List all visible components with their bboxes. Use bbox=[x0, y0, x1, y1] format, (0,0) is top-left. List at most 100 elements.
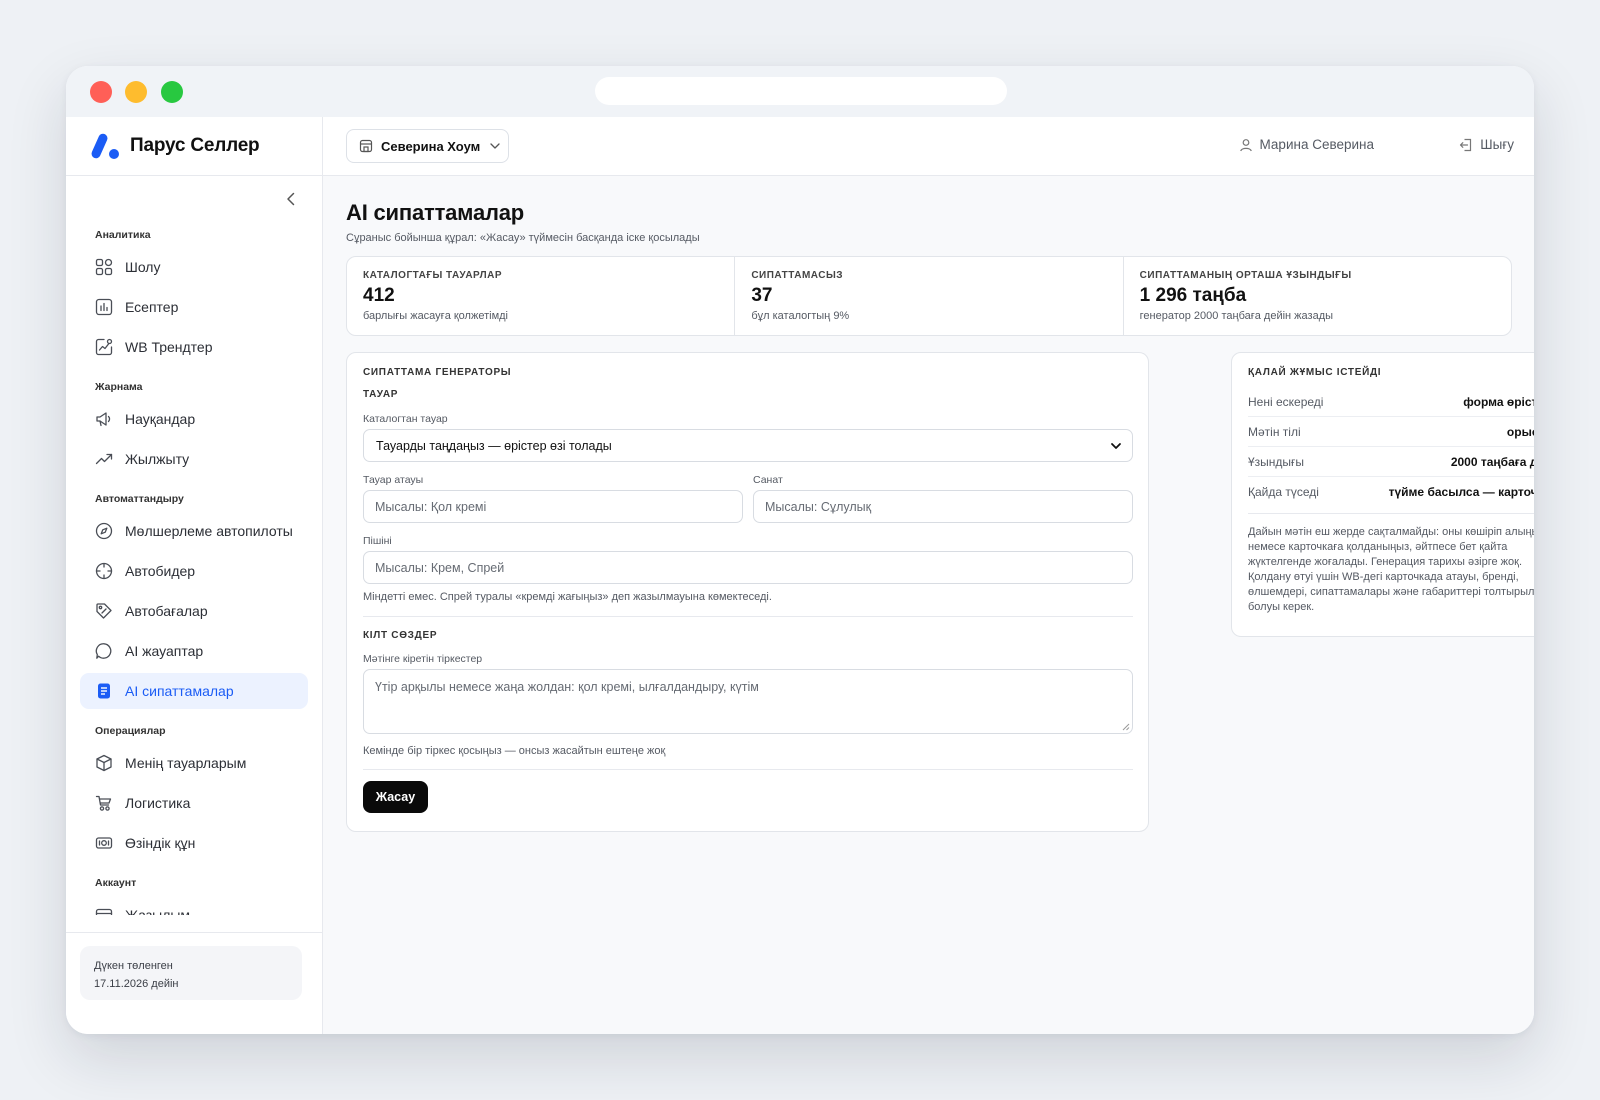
catalog-product-select[interactable]: Тауарды таңдаңыз — өрістер өзі толады bbox=[363, 429, 1133, 462]
sidebar-item[interactable]: Жылжыту bbox=[80, 441, 308, 477]
cart-icon bbox=[95, 794, 113, 812]
generate-button[interactable]: Жасау bbox=[363, 781, 428, 813]
keywords-textarea[interactable]: Үтір арқылы немесе жаңа жолдан: қол крем… bbox=[363, 669, 1133, 734]
subscription-expiry: 17.11.2026 дейін bbox=[94, 978, 179, 990]
info-key: Мәтін тілі bbox=[1248, 424, 1301, 439]
sidebar-item-label: Науқандар bbox=[125, 411, 196, 427]
sidebar-item-label: Менің тауарларым bbox=[125, 755, 247, 771]
sidebar-item[interactable]: AI жауаптар bbox=[80, 633, 308, 669]
brand-name: Парус Селлер bbox=[130, 135, 260, 156]
subscription-status: Дүкен төленген 17.11.2026 дейін bbox=[80, 946, 302, 1000]
sidebar-item-label: Логистика bbox=[125, 795, 191, 811]
sidebar-item-label: Мөлшерлеме автопилоты bbox=[125, 523, 293, 539]
sidebar-item[interactable]: Есептер bbox=[80, 289, 308, 325]
nav-section-heading: Жарнама bbox=[95, 381, 143, 393]
logout-label: Шығу bbox=[1480, 137, 1514, 152]
nav-section-heading: Аккаунт bbox=[95, 877, 137, 889]
divider bbox=[363, 769, 1133, 770]
stat-value: 1 296 таңба bbox=[1139, 285, 1247, 306]
nav-section-heading: Операциялар bbox=[95, 725, 166, 737]
sidebar-item[interactable]: Автобағалар bbox=[80, 593, 308, 629]
product-name-input[interactable]: Мысалы: Қол кремі bbox=[363, 490, 743, 523]
chevron-down-icon bbox=[490, 143, 500, 149]
megaphone-icon bbox=[95, 410, 113, 428]
catalog-product-select-value: Тауарды таңдаңыз — өрістер өзі толады bbox=[376, 438, 612, 453]
sidebar-item[interactable]: Өзіндік құн bbox=[80, 825, 308, 861]
store-name: Северина Хоум bbox=[381, 138, 481, 154]
info-row: Қайда түседі түйме басылса — карточкаға bbox=[1248, 477, 1534, 507]
info-value: форма өрістерін bbox=[1463, 394, 1534, 409]
collapse-sidebar-button[interactable] bbox=[282, 190, 300, 208]
how-it-works-list: Нені ескереді форма өрістерін Мәтін тілі… bbox=[1248, 387, 1534, 507]
user-name: Марина Северина bbox=[1259, 137, 1374, 152]
form-label: Пішіні bbox=[363, 535, 392, 547]
stats-bar: КАТАЛОГТАҒЫ ТАУАРЛАР 412 барлығы жасауға… bbox=[346, 256, 1512, 336]
compass-icon bbox=[95, 522, 113, 540]
trend-chart-icon bbox=[95, 338, 113, 356]
brand[interactable]: Парус Селлер bbox=[66, 117, 322, 176]
sidebar-item[interactable]: WB Трендтер bbox=[80, 329, 308, 365]
sidebar-item-label: Жазылым bbox=[125, 907, 191, 915]
info-row: Ұзындығы 2000 таңбаға дейін bbox=[1248, 447, 1534, 477]
chevron-left-icon bbox=[287, 192, 295, 206]
grid-icon bbox=[95, 258, 113, 276]
stat-card: КАТАЛОГТАҒЫ ТАУАРЛАР 412 барлығы жасауға… bbox=[347, 257, 736, 335]
sidebar-item[interactable]: Науқандар bbox=[80, 401, 308, 437]
sidebar-item[interactable]: Жазылым bbox=[80, 897, 308, 915]
nav-section-heading: Автоматтандыру bbox=[95, 493, 184, 505]
catalog-product-label: Каталогтан тауар bbox=[363, 413, 448, 425]
keywords-heading: КІЛТ СӨЗДЕР bbox=[363, 630, 438, 641]
stat-value: 412 bbox=[363, 285, 395, 306]
product-name-placeholder: Мысалы: Қол кремі bbox=[375, 499, 487, 514]
divider bbox=[66, 932, 322, 933]
stat-label: КАТАЛОГТАҒЫ ТАУАРЛАР bbox=[363, 270, 503, 281]
browser-window: Парус Селлер Аналитика Шолу Есептер WB Трен… bbox=[66, 66, 1534, 1034]
category-placeholder: Мысалы: Сұлулық bbox=[765, 499, 872, 514]
sidebar-item[interactable]: Менің тауарларым bbox=[80, 745, 308, 781]
stat-note: бұл каталогтың 9% bbox=[751, 310, 850, 322]
stat-card: СИПАТТАМАСЫЗ 37 бұл каталогтың 9% bbox=[735, 257, 1124, 335]
main-content: AI сипаттамалар Сұраныс бойынша құрал: «… bbox=[323, 176, 1534, 1034]
sidebar-item[interactable]: AI сипаттамалар bbox=[80, 673, 308, 709]
stat-label: СИПАТТАМАНЫҢ ОРТАША ҰЗЫНДЫҒЫ bbox=[1139, 270, 1352, 281]
sidebar-item[interactable]: Логистика bbox=[80, 785, 308, 821]
sidebar-item-label: Өзіндік құн bbox=[125, 835, 196, 851]
minimize-window-button[interactable] bbox=[125, 81, 147, 103]
maximize-window-button[interactable] bbox=[161, 81, 183, 103]
keywords-placeholder: Үтір арқылы немесе жаңа жолдан: қол крем… bbox=[375, 680, 759, 694]
info-value: орыс тілі bbox=[1506, 424, 1534, 439]
stat-card: СИПАТТАМАНЫҢ ОРТАША ҰЗЫНДЫҒЫ 1 296 таңба… bbox=[1124, 257, 1511, 335]
stat-label: СИПАТТАМАСЫЗ bbox=[751, 270, 844, 281]
top-bar: Северина Хоум Марина Северина Шығу bbox=[323, 117, 1534, 176]
sidebar-item-label: Автобағалар bbox=[125, 603, 208, 619]
page-title: AI сипаттамалар bbox=[346, 200, 525, 225]
close-window-button[interactable] bbox=[90, 81, 112, 103]
form-input[interactable]: Мысалы: Крем, Спрей bbox=[363, 551, 1133, 584]
user-icon bbox=[1239, 138, 1253, 152]
box-icon bbox=[95, 754, 113, 772]
chevron-down-icon bbox=[1110, 440, 1122, 452]
chart-icon bbox=[95, 298, 113, 316]
store-icon bbox=[359, 139, 373, 153]
store-selector[interactable]: Северина Хоум bbox=[346, 129, 509, 163]
sidebar-item[interactable]: Автобидер bbox=[80, 553, 308, 589]
address-bar[interactable] bbox=[595, 77, 1007, 105]
sidebar-item-label: Жылжыту bbox=[125, 451, 190, 467]
info-key: Ұзындығы bbox=[1248, 454, 1305, 469]
cash-icon bbox=[95, 834, 113, 852]
user-menu[interactable]: Марина Северина bbox=[1239, 137, 1374, 152]
keywords-hint: Кемінде бір тіркес қосыңыз — онсыз жасай… bbox=[363, 745, 666, 757]
sidebar-item[interactable]: Мөлшерлеме автопилоты bbox=[80, 513, 308, 549]
product-section-heading: ТАУАР bbox=[363, 389, 399, 400]
logout-button[interactable]: Шығу bbox=[1459, 137, 1514, 152]
chat-bubble-icon bbox=[95, 642, 113, 660]
form-placeholder: Мысалы: Крем, Спрей bbox=[375, 560, 505, 575]
info-value: 2000 таңбаға дейін bbox=[1450, 454, 1534, 469]
logout-icon bbox=[1459, 138, 1473, 152]
sidebar-item-label: AI сипаттамалар bbox=[125, 683, 234, 699]
resize-handle-icon[interactable] bbox=[1122, 723, 1130, 731]
info-row: Мәтін тілі орыс тілі bbox=[1248, 417, 1534, 447]
sidebar-item[interactable]: Шолу bbox=[80, 249, 308, 285]
category-input[interactable]: Мысалы: Сұлулық bbox=[753, 490, 1133, 523]
how-it-works-heading: ҚАЛАЙ ЖҰМЫС ІСТЕЙДІ bbox=[1248, 367, 1382, 378]
